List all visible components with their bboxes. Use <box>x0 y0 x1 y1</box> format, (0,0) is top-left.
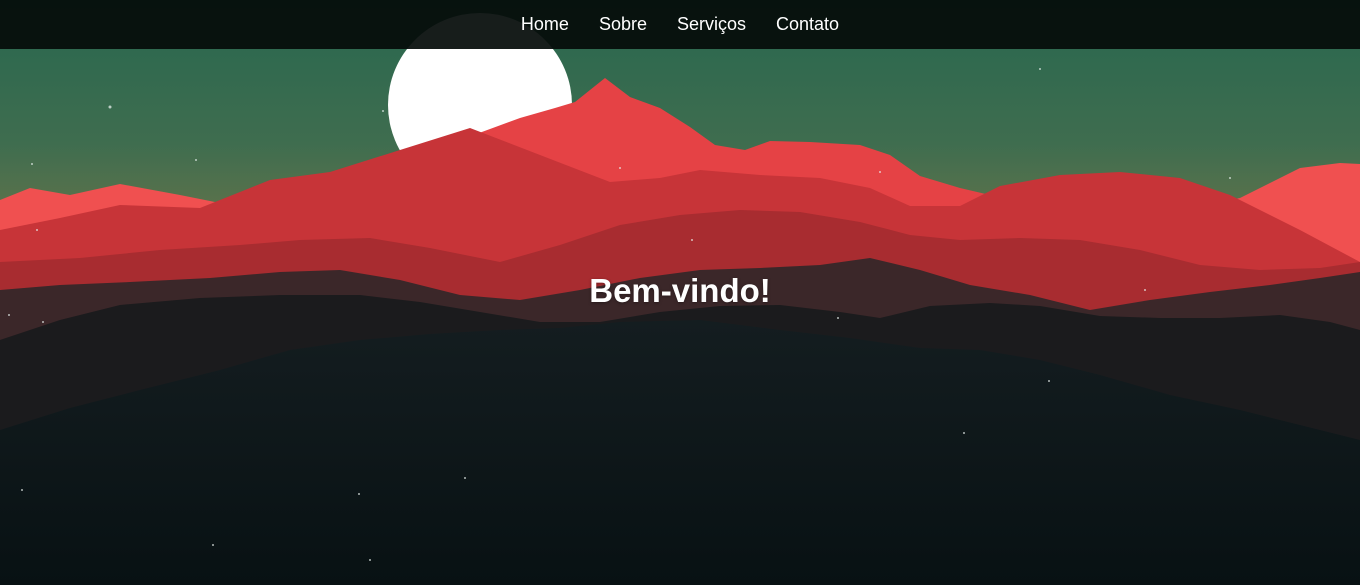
hero-headline: Bem-vindo! <box>589 272 771 309</box>
nav-link-home[interactable]: Home <box>521 0 569 49</box>
top-navigation: Home Sobre Serviços Contato <box>0 0 1360 49</box>
nav-link-contato[interactable]: Contato <box>776 0 839 49</box>
nav-link-servicos[interactable]: Serviços <box>677 0 746 49</box>
nav-link-sobre[interactable]: Sobre <box>599 0 647 49</box>
